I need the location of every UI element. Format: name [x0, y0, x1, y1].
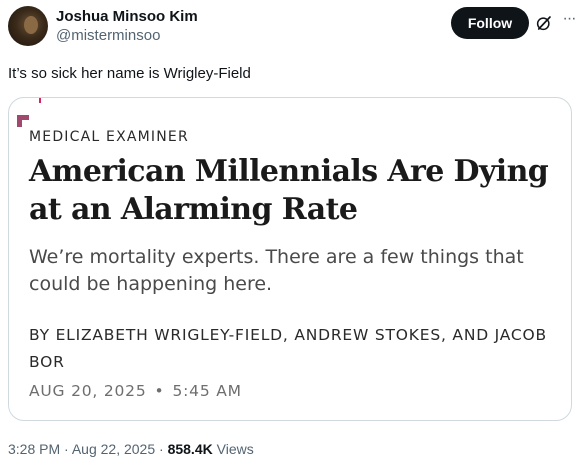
meta-dot: · [64, 441, 69, 457]
article-date: AUG 20, 2025 [29, 382, 147, 400]
article-dek: We’re mortality experts. There are a few… [29, 246, 524, 295]
meta-dot: · [159, 441, 164, 457]
publisher-corner-icon [17, 115, 29, 127]
article-byline: BY ELIZABETH WRIGLEY-FIELD, ANDREW STOKE… [29, 326, 547, 371]
date-separator: • [154, 382, 165, 400]
tweet-text: It’s so sick her name is Wrigley-Field [8, 65, 251, 82]
views-count[interactable]: 858.4K [168, 441, 213, 457]
avatar-face [24, 16, 38, 34]
more-dots-icon[interactable]: ··· [559, 10, 579, 30]
post-date[interactable]: Aug 22, 2025 [72, 441, 155, 457]
article-kicker: MEDICAL EXAMINER [29, 129, 189, 145]
display-name[interactable]: Joshua Minsoo Kim [56, 8, 198, 26]
user-handle[interactable]: @misterminsoo [56, 26, 198, 46]
views-label: Views [216, 441, 254, 457]
avatar[interactable] [8, 6, 48, 46]
grok-icon[interactable] [535, 14, 553, 32]
article-card[interactable]: MEDICAL EXAMINER American Millennials Ar… [8, 97, 572, 421]
user-info[interactable]: Joshua Minsoo Kim @misterminsoo [56, 8, 198, 46]
article-time: 5:45 AM [172, 382, 242, 400]
post-time[interactable]: 3:28 PM [8, 441, 60, 457]
card-top-mark [39, 98, 41, 103]
tweet-meta: 3:28 PM · Aug 22, 2025 · 858.4K Views [8, 440, 254, 458]
article-dateline: AUG 20, 2025 • 5:45 AM [29, 380, 242, 402]
tweet-header: Joshua Minsoo Kim @misterminsoo Follow ·… [8, 6, 576, 50]
follow-button[interactable]: Follow [451, 7, 529, 39]
article-headline: American Millennials Are Dying at an Ala… [29, 154, 549, 227]
